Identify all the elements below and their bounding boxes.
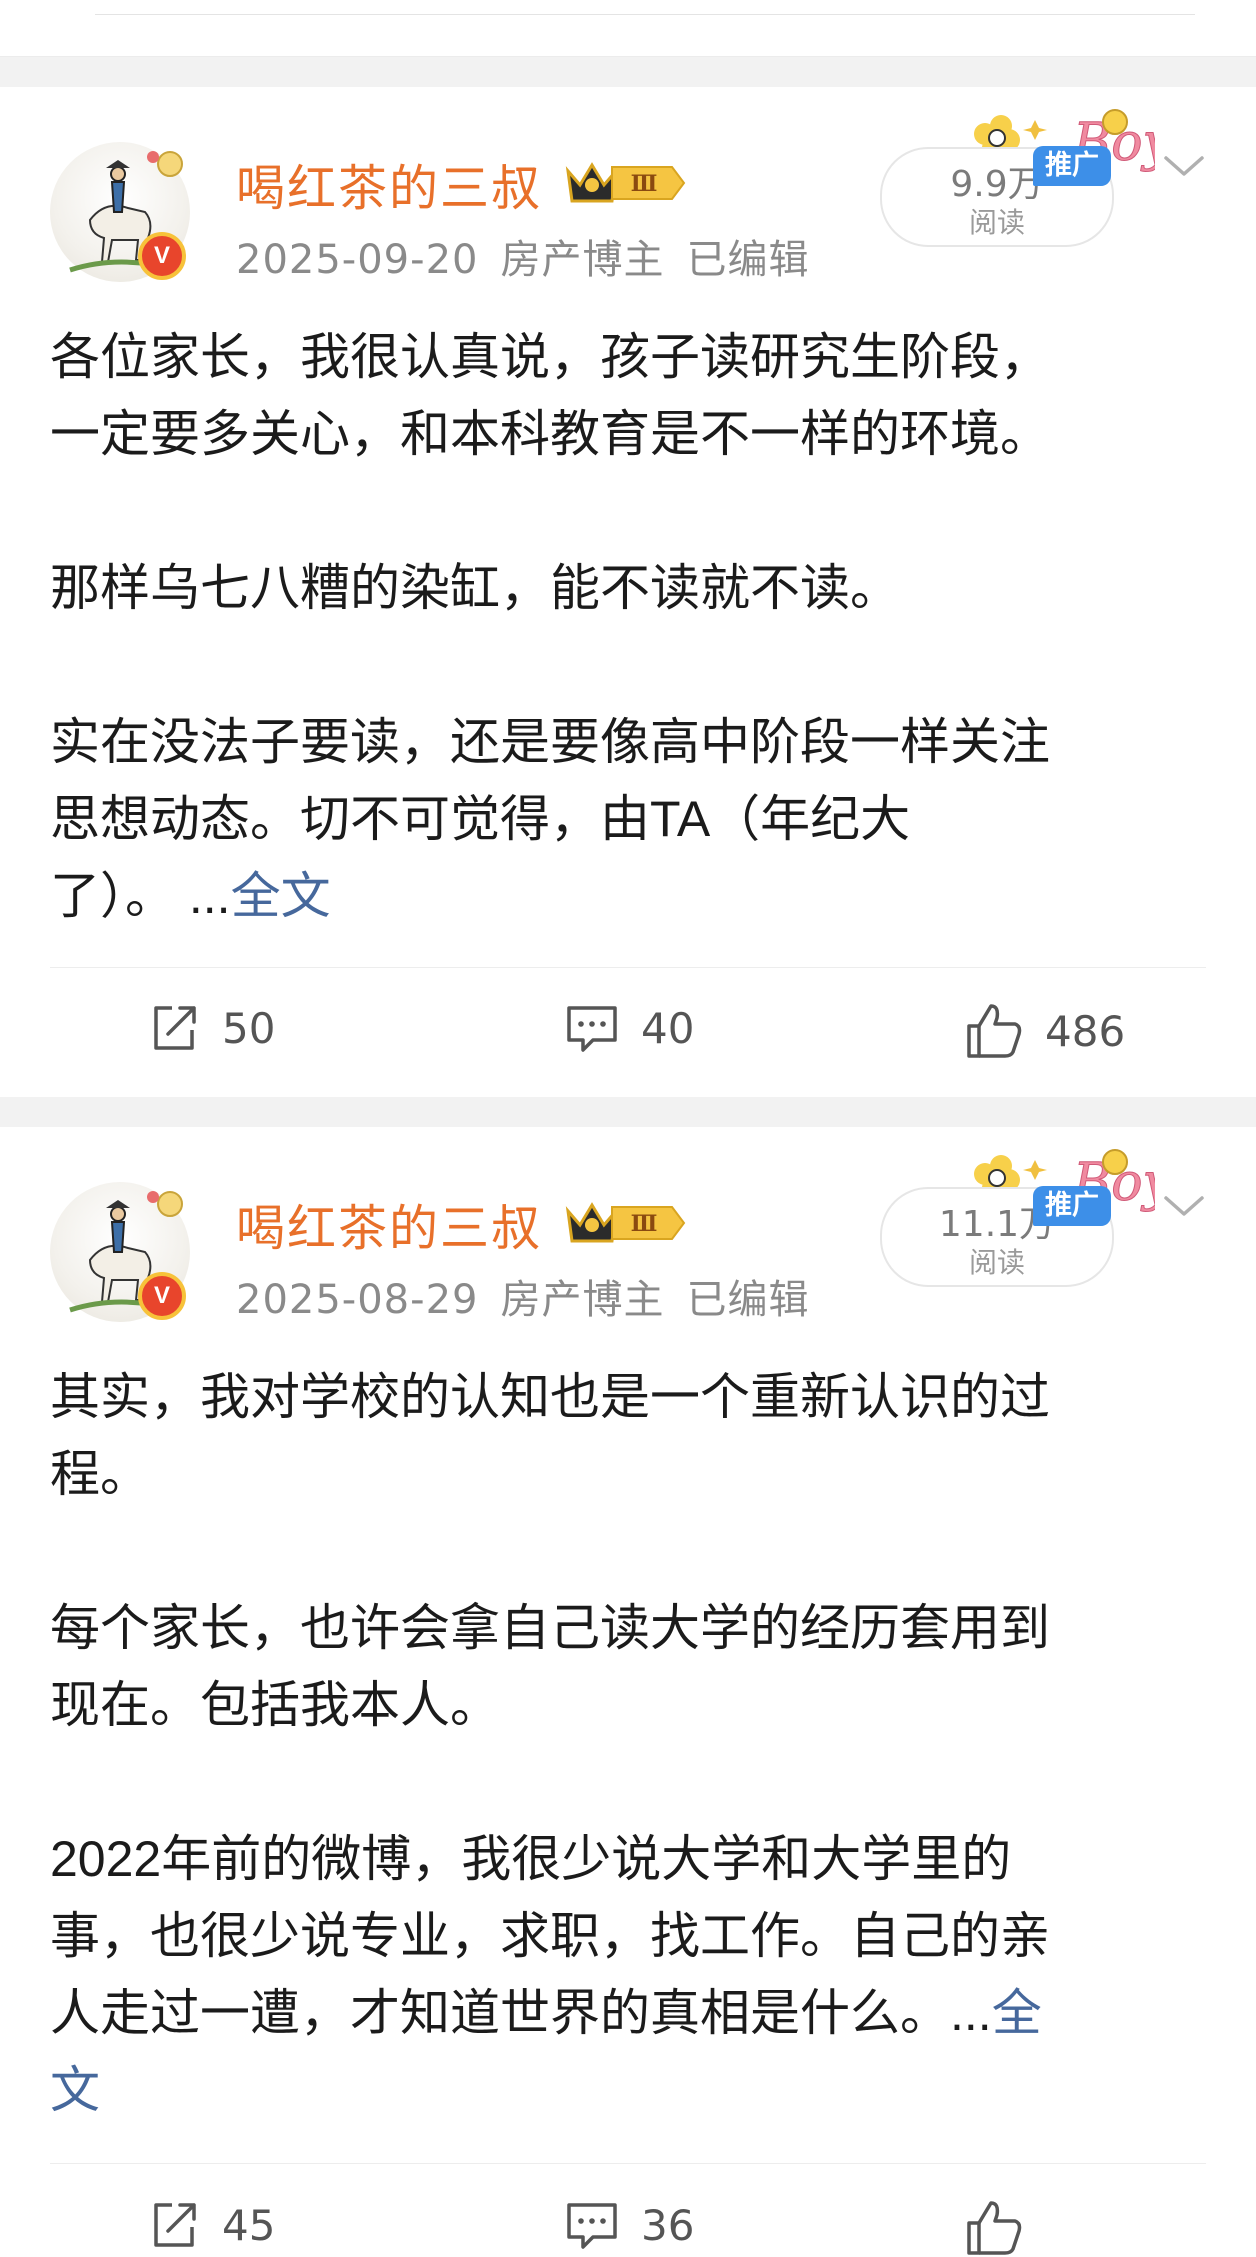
like-button[interactable] <box>965 2199 1023 2257</box>
verified-badge-icon: V <box>138 232 186 280</box>
repost-count: 45 <box>222 2200 276 2250</box>
repost-icon <box>154 2203 196 2247</box>
repost-count: 50 <box>222 1003 276 1053</box>
body-line: 2022年前的微博，我很少说大学和大学里的 <box>50 1831 1012 1887</box>
author-tag: 房产博主 <box>500 1277 665 1323</box>
level-text: Ⅲ <box>631 1211 658 1237</box>
body-blank-line <box>50 1513 1200 1590</box>
post-date: 2025-09-20 <box>236 237 479 283</box>
post-card: V 喝红茶的三叔 Ⅲ 2025-08-29房产博主已编辑 Boy 11.1万 阅… <box>0 1127 1256 2255</box>
body-line-text: 了）。 ... <box>50 868 231 924</box>
body-line-text: 人走过一遭，才知道世界的真相是什么。... <box>50 1985 992 2041</box>
read-more-link[interactable]: 文 <box>50 2062 100 2118</box>
comment-button[interactable]: 40 <box>565 1002 694 1054</box>
body-line: 每个家长，也许会拿自己读大学的经历套用到 <box>50 1600 1050 1656</box>
repost-button[interactable]: 50 <box>148 1002 275 1054</box>
like-icon <box>967 1004 1022 1058</box>
read-more-link[interactable]: 全 <box>992 1985 1042 2041</box>
body-blank-line <box>50 627 1200 704</box>
body-line-more: 文 <box>50 2052 1200 2129</box>
body-line: 其实，我对学校的认知也是一个重新认识的过 <box>50 1369 1050 1425</box>
chevron-down-icon[interactable] <box>1160 1182 1208 1230</box>
body-line: 现在。包括我本人。 <box>50 1677 500 1733</box>
post-meta: 2025-09-20 房产博主 已编辑 <box>236 227 831 285</box>
comment-icon <box>567 1006 617 1052</box>
avatar[interactable]: V <box>50 142 190 282</box>
like-button[interactable]: 486 <box>965 1002 1125 1060</box>
like-icon <box>967 2201 1022 2255</box>
edited-label: 已编辑 <box>686 1277 810 1323</box>
author-name[interactable]: 喝红茶的三叔 <box>236 149 542 220</box>
previous-card-divider <box>95 0 1195 15</box>
post-card: V 喝红茶的三叔 Ⅲ 2025-09-20房产博主已编辑 Boy 9.9万 阅读… <box>0 87 1256 1097</box>
body-line: 思想动态。切不可觉得，由TA（年纪大 <box>50 791 911 847</box>
action-divider <box>50 2163 1206 2164</box>
body-line: 程。 <box>50 1446 150 1502</box>
member-level-badge[interactable]: Ⅲ <box>560 157 690 213</box>
member-level-badge[interactable]: Ⅲ <box>560 1197 690 1253</box>
edited-label: 已编辑 <box>686 237 810 283</box>
level-text: Ⅲ <box>631 171 658 197</box>
body-blank-line <box>50 1744 1200 1821</box>
crown-icon: Ⅲ <box>565 162 686 203</box>
repost-icon <box>154 1006 196 1050</box>
read-more-link[interactable]: 全文 <box>231 868 331 924</box>
body-line: 实在没法子要读，还是要像高中阶段一样关注 <box>50 714 1050 770</box>
comment-count: 40 <box>641 1003 695 1053</box>
card-separator <box>0 1097 1256 1127</box>
chevron-down-icon[interactable] <box>1160 142 1208 190</box>
comment-count: 36 <box>641 2200 695 2250</box>
promo-badge[interactable]: 推广 <box>1033 1186 1111 1226</box>
post-date: 2025-08-29 <box>236 1277 479 1323</box>
action-divider <box>50 967 1206 968</box>
card-separator <box>0 57 1256 87</box>
repost-button[interactable]: 45 <box>148 2199 275 2251</box>
promo-badge[interactable]: 推广 <box>1033 146 1111 186</box>
verified-badge-icon: V <box>138 1272 186 1320</box>
body-line-last: 了）。 ...全文 <box>50 858 1200 935</box>
crown-icon: Ⅲ <box>565 1202 686 1243</box>
like-count: 486 <box>1045 1006 1126 1056</box>
body-line: 事，也很少说专业，求职，找工作。自己的亲 <box>50 1908 1050 1964</box>
body-line-last: 人走过一遭，才知道世界的真相是什么。...全 <box>50 1975 1200 2052</box>
body-line: 一定要多关心，和本科教育是不一样的环境。 <box>50 406 1050 462</box>
post-body[interactable]: 各位家长，我很认真说，孩子读研究生阶段， 一定要多关心，和本科教育是不一样的环境… <box>50 319 1200 935</box>
comment-icon <box>567 2203 617 2249</box>
read-label: 阅读 <box>968 206 1025 239</box>
post-meta: 2025-08-29 房产博主 已编辑 <box>236 1267 831 1325</box>
previous-card <box>0 0 1256 57</box>
author-name[interactable]: 喝红茶的三叔 <box>236 1189 542 1260</box>
avatar[interactable]: V <box>50 1182 190 1322</box>
body-line: 各位家长，我很认真说，孩子读研究生阶段， <box>50 329 1050 385</box>
body-line: 那样乌七八糟的染缸，能不读就不读。 <box>50 560 900 616</box>
body-blank-line <box>50 473 1200 550</box>
comment-button[interactable]: 36 <box>565 2199 694 2251</box>
read-label: 阅读 <box>968 1246 1025 1279</box>
post-body[interactable]: 其实，我对学校的认知也是一个重新认识的过 程。 每个家长，也许会拿自己读大学的经… <box>50 1359 1200 2129</box>
author-tag: 房产博主 <box>500 237 665 283</box>
